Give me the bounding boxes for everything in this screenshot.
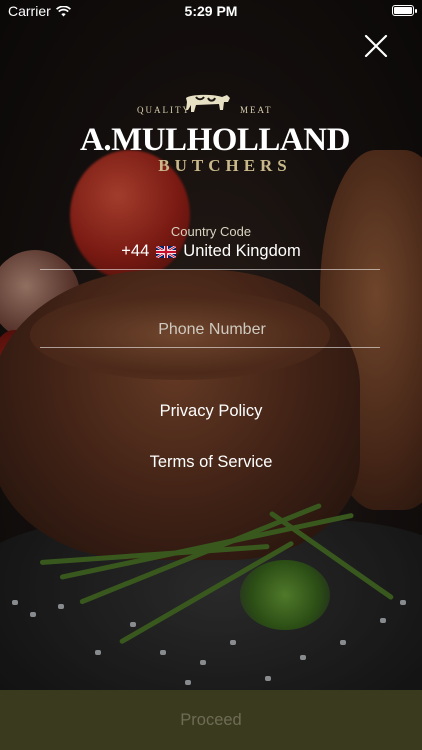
proceed-button[interactable]: Proceed — [0, 690, 422, 750]
terms-of-service-link[interactable]: Terms of Service — [0, 453, 422, 472]
country-dial-code: +44 — [121, 242, 150, 260]
privacy-policy-link[interactable]: Privacy Policy — [0, 402, 422, 421]
logo-meat-text: MEAT — [240, 105, 273, 115]
battery-icon — [392, 5, 417, 16]
country-code-selector[interactable]: +44 United Kingdom — [0, 242, 422, 261]
proceed-button-label: Proceed — [180, 710, 242, 729]
brand-logo: QUALITY MEAT A.MULHOLLAND BUTCHERS — [80, 90, 350, 178]
country-code-divider — [40, 269, 380, 270]
phone-number-divider — [40, 347, 380, 348]
close-icon[interactable] — [362, 32, 390, 60]
cow-icon — [186, 94, 230, 112]
logo-name: A.MULHOLLAND — [80, 122, 350, 158]
country-name: United Kingdom — [183, 242, 301, 260]
country-code-label: Country Code — [170, 224, 252, 239]
logo-subtitle: BUTCHERS — [158, 156, 292, 175]
status-bar: Carrier 5:29 PM — [0, 0, 422, 22]
status-time: 5:29 PM — [184, 3, 238, 19]
phone-number-input[interactable] — [40, 312, 384, 348]
uk-flag-icon — [156, 245, 177, 258]
